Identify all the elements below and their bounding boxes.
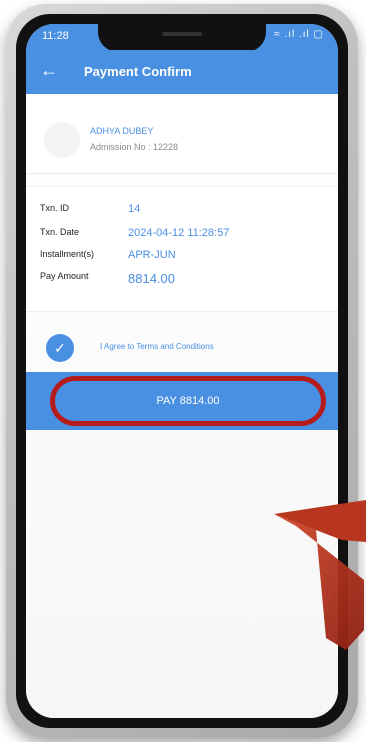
detail-value: 8814.00 (128, 271, 175, 286)
detail-value: APR-JUN (128, 249, 176, 261)
pay-button[interactable]: PAY 8814.00 (50, 376, 326, 426)
avatar (44, 122, 80, 158)
detail-row-txn-id: Txn. ID 14 (26, 203, 338, 223)
detail-value: 14 (128, 203, 141, 215)
speaker-grille (162, 32, 202, 36)
detail-value: 2024-04-12 11:28:57 (128, 227, 230, 239)
detail-row-txn-date: Txn. Date 2024-04-12 11:28:57 (26, 227, 338, 247)
pay-bar: PAY 8814.00 (26, 372, 338, 430)
agree-checkbox-icon[interactable]: ✓ (46, 334, 74, 362)
detail-label: Txn. ID (40, 203, 70, 213)
camera-notch (98, 24, 266, 52)
student-card: ADHYA DUBEY Admission No : 12228 (26, 108, 338, 174)
page-title: Payment Confirm (84, 64, 192, 79)
status-time: 11:28 (42, 30, 69, 42)
app-bar: ← Payment Confirm (26, 50, 338, 94)
transaction-details: Txn. ID 14 Txn. Date 2024-04-12 11:28:57… (26, 186, 338, 312)
detail-label: Pay Amount (40, 271, 89, 281)
detail-row-pay-amount: Pay Amount 8814.00 (26, 271, 338, 291)
student-name: ADHYA DUBEY (90, 126, 154, 136)
terms-agreement: ✓ I Agree to Terms and Conditions (26, 328, 338, 368)
detail-row-installments: Installment(s) APR-JUN (26, 249, 338, 269)
detail-label: Txn. Date (40, 227, 80, 237)
terms-link[interactable]: I Agree to Terms and Conditions (100, 342, 214, 351)
back-arrow-icon[interactable]: ← (40, 61, 58, 79)
status-icons: ≈ .ıl .ıl ▢ (274, 29, 324, 40)
admission-number: Admission No : 12228 (90, 142, 179, 152)
detail-label: Installment(s) (40, 249, 95, 259)
pointer-arrow-icon (274, 500, 366, 650)
